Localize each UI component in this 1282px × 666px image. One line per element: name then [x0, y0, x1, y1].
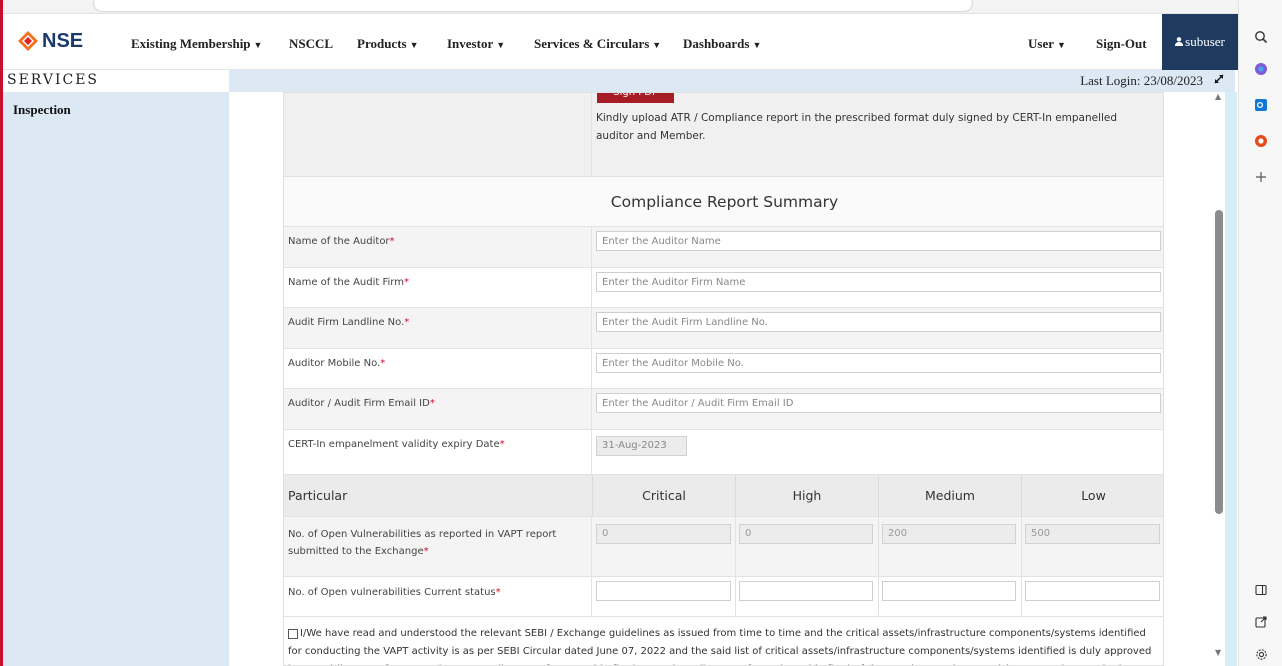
browser-address-area [3, 0, 1238, 14]
nse-logo-icon [17, 30, 39, 52]
nav-investor[interactable]: Investor ▼ [447, 36, 505, 52]
summary-title: Compliance Report Summary [284, 177, 1163, 227]
gear-icon[interactable] [1239, 648, 1282, 665]
office-icon[interactable] [1239, 134, 1282, 152]
top-navbar: NSE Existing Membership ▼ NSCCL Products ▼… [3, 14, 1238, 70]
nse-logo[interactable]: NSE [17, 28, 83, 54]
reported-vulnerabilities-row: No. of Open Vulnerabilities as reported … [284, 517, 1163, 577]
reported-medium: 200 [882, 524, 1016, 544]
scrollbar-thumb[interactable] [1215, 210, 1223, 514]
landline-input[interactable] [596, 312, 1161, 332]
chevron-down-icon: ▼ [409, 40, 419, 50]
current-critical-input[interactable] [596, 581, 731, 601]
nav-dashboards[interactable]: Dashboards ▼ [683, 36, 761, 52]
signout-link[interactable]: Sign-Out [1096, 36, 1147, 52]
vulnerability-grid-header: Particular Critical High Medium Low [284, 475, 1163, 517]
nav-nsccl[interactable]: NSCCL [289, 36, 333, 52]
current-medium-input[interactable] [882, 581, 1016, 601]
nav-existing-membership[interactable]: Existing Membership ▼ [131, 36, 262, 52]
audit-firm-row: Name of the Audit Firm* [284, 268, 1163, 308]
field-label: Audit Firm Landline No.* [288, 317, 410, 328]
chevron-down-icon: ▼ [1057, 40, 1066, 50]
nav-label: Products [357, 36, 407, 51]
nav-products[interactable]: Products ▼ [357, 36, 419, 52]
field-label: Name of the Auditor* [288, 236, 395, 247]
chevron-down-icon: ▼ [752, 40, 762, 50]
expiry-row: CERT-In empanelment validity expiry Date… [284, 430, 1163, 475]
section-title: SERVICES [7, 72, 100, 88]
username: subuser [1185, 34, 1225, 49]
scroll-down-icon[interactable]: ▼ [1215, 648, 1221, 657]
field-label: No. of Open Vulnerabilities as reported … [288, 529, 557, 557]
header-particular: Particular [288, 488, 348, 503]
chevron-down-icon: ▼ [652, 40, 662, 50]
nav-label: User [1028, 36, 1054, 51]
scroll-gutter [1225, 92, 1237, 666]
split-screen-icon[interactable] [1239, 584, 1282, 600]
search-icon[interactable] [1239, 30, 1282, 48]
auditor-name-row: Name of the Auditor* [284, 227, 1163, 268]
declaration-section: I/We have read and understood the releva… [284, 617, 1163, 665]
nav-services-circulars[interactable]: Services & Circulars ▼ [534, 36, 661, 52]
chevron-down-icon: ▼ [253, 40, 263, 50]
logo-text: NSE [42, 29, 84, 52]
last-login: Last Login: 23/08/2023 [1080, 73, 1203, 88]
expiry-date-field: 31-Aug-2023 [596, 436, 687, 456]
field-label: Auditor Mobile No.* [288, 358, 386, 369]
mobile-input[interactable] [596, 353, 1161, 373]
field-label: Auditor / Audit Firm Email ID* [288, 398, 435, 409]
add-icon[interactable] [1239, 168, 1282, 187]
email-input[interactable] [596, 393, 1161, 413]
current-vulnerabilities-row: No. of Open vulnerabilities Current stat… [284, 577, 1163, 617]
header-high: High [735, 475, 878, 517]
current-low-input[interactable] [1025, 581, 1160, 601]
nav-label: Services & Circulars [534, 36, 650, 51]
nav-label: NSCCL [289, 36, 334, 51]
current-user[interactable]: subuser [1162, 14, 1238, 70]
nav-label: Existing Membership [131, 36, 251, 51]
info-bar: Last Login: 23/08/2023 [229, 70, 1235, 92]
auditor-name-input[interactable] [596, 231, 1161, 251]
header-medium: Medium [878, 475, 1021, 517]
compliance-form: Sign PDF Kindly upload ATR / Compliance … [283, 92, 1164, 666]
reported-high: 0 [739, 524, 873, 544]
browser-sidebar [1238, 0, 1282, 666]
chevron-down-icon: ▼ [496, 40, 506, 50]
header-low: Low [1021, 475, 1163, 517]
upload-section: Sign PDF Kindly upload ATR / Compliance … [284, 93, 1163, 177]
sidebar-item-inspection[interactable]: Inspection [13, 102, 71, 118]
current-high-input[interactable] [739, 581, 873, 601]
left-sidebar: Inspection [3, 92, 229, 666]
nav-user[interactable]: User ▼ [1028, 36, 1066, 52]
declaration-text: I/We have read and understood the releva… [288, 628, 1152, 665]
nav-label: Dashboards [683, 36, 750, 51]
outlook-icon[interactable] [1239, 98, 1282, 116]
address-bar[interactable] [93, 0, 973, 12]
upload-note: Kindly upload ATR / Compliance report in… [596, 112, 1118, 142]
nav-label: Investor [447, 36, 494, 51]
expand-icon[interactable] [1213, 73, 1225, 89]
reported-critical: 0 [596, 524, 731, 544]
header-critical: Critical [592, 475, 735, 517]
scroll-up-icon[interactable]: ▲ [1215, 92, 1221, 101]
field-label: No. of Open vulnerabilities Current stat… [288, 587, 501, 598]
field-label: Name of the Audit Firm* [288, 277, 409, 288]
copilot-icon[interactable] [1239, 62, 1282, 80]
audit-firm-input[interactable] [596, 272, 1161, 292]
landline-row: Audit Firm Landline No.* [284, 308, 1163, 349]
field-label: CERT-In empanelment validity expiry Date… [288, 439, 505, 450]
email-row: Auditor / Audit Firm Email ID* [284, 389, 1163, 430]
external-link-icon[interactable] [1239, 616, 1282, 632]
divider [591, 93, 592, 177]
sign-pdf-button[interactable]: Sign PDF [597, 93, 674, 103]
mobile-row: Auditor Mobile No.* [284, 349, 1163, 389]
reported-low: 500 [1025, 524, 1160, 544]
user-icon [1175, 34, 1184, 50]
